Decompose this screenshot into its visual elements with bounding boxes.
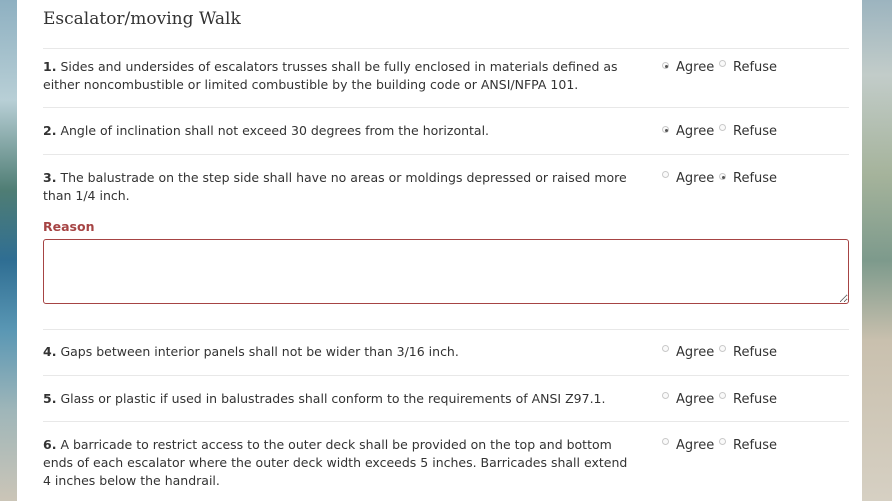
- question-1-text: 1. Sides and undersides of escalators tr…: [43, 58, 633, 94]
- reason-textarea[interactable]: [43, 239, 849, 304]
- question-3-body: The balustrade on the step side shall ha…: [43, 170, 627, 203]
- question-5-number: 5.: [43, 391, 57, 406]
- question-6-agree-label[interactable]: Agree: [676, 438, 714, 453]
- question-3-agree-radio[interactable]: [662, 171, 669, 178]
- question-2-text: 2. Angle of inclination shall not exceed…: [43, 122, 633, 140]
- question-4-text: 4. Gaps between interior panels shall no…: [43, 343, 633, 361]
- question-6-refuse-label[interactable]: Refuse: [733, 438, 777, 453]
- question-5-text: 5. Glass or plastic if used in balustrad…: [43, 390, 633, 408]
- question-4-agree-radio[interactable]: [662, 345, 669, 352]
- question-6-body: A barricade to restrict access to the ou…: [43, 437, 628, 488]
- divider: [43, 107, 849, 108]
- question-3-text: 3. The balustrade on the step side shall…: [43, 169, 633, 205]
- background-left: [0, 0, 17, 501]
- divider: [43, 329, 849, 330]
- question-1-agree-label[interactable]: Agree: [676, 60, 714, 75]
- question-2-body: Angle of inclination shall not exceed 30…: [60, 123, 490, 138]
- divider: [43, 48, 849, 49]
- question-4-number: 4.: [43, 344, 57, 359]
- question-3-agree-label[interactable]: Agree: [676, 171, 714, 186]
- question-2-agree-radio[interactable]: [662, 126, 669, 133]
- question-4-body: Gaps between interior panels shall not b…: [60, 344, 459, 359]
- question-5-agree-radio[interactable]: [662, 392, 669, 399]
- question-1-body: Sides and undersides of escalators truss…: [43, 59, 618, 92]
- question-4-refuse-label[interactable]: Refuse: [733, 345, 777, 360]
- divider: [43, 375, 849, 376]
- question-6-agree-radio[interactable]: [662, 438, 669, 445]
- question-5-refuse-radio[interactable]: [719, 392, 726, 399]
- reason-label: Reason: [43, 219, 95, 234]
- question-3-refuse-radio[interactable]: [719, 173, 726, 180]
- question-5-body: Glass or plastic if used in balustrades …: [60, 391, 606, 406]
- question-2-number: 2.: [43, 123, 57, 138]
- background-right: [862, 0, 892, 501]
- divider: [43, 154, 849, 155]
- section-title: Escalator/moving Walk: [43, 9, 241, 29]
- question-1-number: 1.: [43, 59, 57, 74]
- question-6-text: 6. A barricade to restrict access to the…: [43, 436, 633, 490]
- question-2-refuse-label[interactable]: Refuse: [733, 124, 777, 139]
- question-2-refuse-radio[interactable]: [719, 124, 726, 131]
- question-4-refuse-radio[interactable]: [719, 345, 726, 352]
- form-panel: Escalator/moving Walk 1. Sides and under…: [17, 0, 862, 501]
- question-3-number: 3.: [43, 170, 57, 185]
- question-2-agree-label[interactable]: Agree: [676, 124, 714, 139]
- question-6-refuse-radio[interactable]: [719, 438, 726, 445]
- question-6-number: 6.: [43, 437, 57, 452]
- question-3-refuse-label[interactable]: Refuse: [733, 171, 777, 186]
- question-1-refuse-label[interactable]: Refuse: [733, 60, 777, 75]
- question-5-agree-label[interactable]: Agree: [676, 392, 714, 407]
- question-1-refuse-radio[interactable]: [719, 60, 726, 67]
- question-5-refuse-label[interactable]: Refuse: [733, 392, 777, 407]
- divider: [43, 421, 849, 422]
- question-4-agree-label[interactable]: Agree: [676, 345, 714, 360]
- question-1-agree-radio[interactable]: [662, 62, 669, 69]
